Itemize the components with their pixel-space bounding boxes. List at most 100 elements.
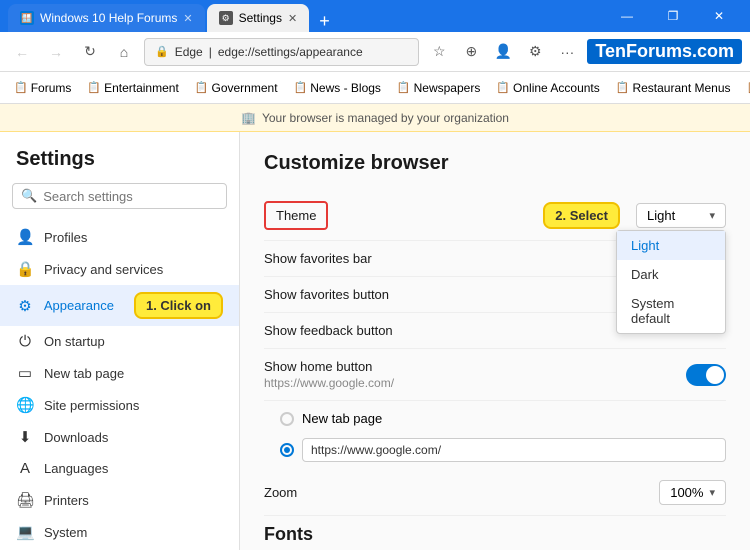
bookmark-icon: 📋 <box>87 81 101 94</box>
dropdown-option-dark[interactable]: Dark <box>617 260 725 289</box>
custom-radio-option[interactable] <box>280 434 726 466</box>
more-icon[interactable]: ··· <box>553 38 581 66</box>
window-controls: — ❐ ✕ <box>604 0 742 32</box>
home-button[interactable]: ⌂ <box>110 38 138 66</box>
sidebar-item-newtab[interactable]: ▭ New tab page <box>0 357 239 389</box>
managed-bar: 🏢 Your browser is managed by your organi… <box>0 104 750 132</box>
zoom-label: Zoom <box>264 485 297 500</box>
sidebar-item-system[interactable]: 💻 System <box>0 516 239 548</box>
profiles-icon: 👤 <box>16 228 34 246</box>
tab-forums[interactable]: 🪟 Windows 10 Help Forums ✕ <box>8 4 205 32</box>
profile-icon[interactable]: 👤 <box>489 38 517 66</box>
url-box[interactable]: 🔒 Edge | edge://settings/appearance <box>144 38 419 66</box>
search-box[interactable]: 🔍 <box>12 183 227 209</box>
sidebar-item-printers-label: Printers <box>44 493 89 508</box>
bookmark-icon: 📋 <box>294 81 308 94</box>
tab-forums-close[interactable]: ✕ <box>183 12 192 25</box>
sidebar-item-profiles[interactable]: 👤 Profiles <box>0 221 239 253</box>
newtab-radio[interactable] <box>280 412 294 426</box>
star-icon[interactable]: ☆ <box>425 38 453 66</box>
dropdown-option-system[interactable]: System default <box>617 289 725 333</box>
settings-icon[interactable]: ⚙ <box>521 38 549 66</box>
chevron-down-icon: ▾ <box>709 209 715 222</box>
bookmark-icon: 📋 <box>496 81 510 94</box>
sidebar-item-newtab-label: New tab page <box>44 366 124 381</box>
sidebar-item-startup[interactable]: ⏻ On startup <box>0 326 239 357</box>
theme-dropdown-menu: Light Dark System default <box>616 230 726 334</box>
select-callout: 2. Select <box>543 202 620 229</box>
sidebar-item-profiles-label: Profiles <box>44 230 87 245</box>
sidebar-title: Settings <box>0 148 239 183</box>
startup-icon: ⏻ <box>16 333 34 350</box>
bookmark-government[interactable]: 📋 Government <box>189 78 284 98</box>
managed-icon: 🏢 <box>241 111 256 125</box>
permissions-icon: 🌐 <box>16 396 34 414</box>
sidebar-item-appearance[interactable]: ⚙ Appearance 1. Click on <box>0 285 239 326</box>
home-button-toggle[interactable] <box>686 364 726 386</box>
sidebar-item-languages-label: Languages <box>44 461 108 476</box>
settings-favicon: ⚙ <box>219 11 233 25</box>
newtab-radio-option[interactable]: New tab page <box>280 407 726 430</box>
zoom-chevron-icon: ▾ <box>709 486 715 499</box>
tab-settings-close[interactable]: ✕ <box>288 12 297 25</box>
bookmark-newspapers-label: Newspapers <box>414 81 481 95</box>
sidebar-item-privacy-label: Privacy and services <box>44 262 163 277</box>
newtab-radio-label: New tab page <box>302 411 382 426</box>
bookmark-restaurant[interactable]: 📋 Restaurant Menus <box>610 78 737 98</box>
fonts-section: Fonts Font size The quick brown fox jump… <box>264 524 726 550</box>
section-title: Customize browser <box>264 152 726 175</box>
zoom-value: 100% <box>670 485 703 500</box>
sidebar-item-appearance-label: Appearance <box>44 298 114 313</box>
sidebar-item-privacy[interactable]: 🔒 Privacy and services <box>0 253 239 285</box>
sidebar-item-system-label: System <box>44 525 87 540</box>
theme-label: Theme <box>264 201 328 230</box>
custom-url-input[interactable] <box>302 438 726 462</box>
title-bar: 🪟 Windows 10 Help Forums ✕ ⚙ Settings ✕ … <box>0 0 750 32</box>
sidebar-item-downloads[interactable]: ⬇ Downloads <box>0 421 239 453</box>
refresh-button[interactable]: ↻ <box>76 38 104 66</box>
search-input[interactable] <box>43 189 218 204</box>
forward-button[interactable]: → <box>42 38 70 66</box>
bookmark-newspapers[interactable]: 📋 Newspapers <box>391 78 486 98</box>
bookmark-icon: 📋 <box>747 81 750 94</box>
theme-row: Theme 2. Select Light ▾ Light Dark Syste… <box>264 191 726 241</box>
forums-favicon: 🪟 <box>20 11 34 25</box>
close-button[interactable]: ✕ <box>696 0 742 32</box>
bookmark-updates[interactable]: 📋 Updates <box>741 78 750 98</box>
sidebar-item-printers[interactable]: 🖨 Printers <box>0 484 239 516</box>
tab-list: 🪟 Windows 10 Help Forums ✕ ⚙ Settings ✕ … <box>8 0 604 32</box>
home-button-sub: https://www.google.com/ <box>264 376 394 390</box>
back-button[interactable]: ← <box>8 38 36 66</box>
url-separator: | <box>209 45 212 59</box>
new-tab-button[interactable]: + <box>311 11 338 32</box>
bookmark-accounts[interactable]: 📋 Online Accounts <box>490 78 605 98</box>
printers-icon: 🖨 <box>16 491 34 509</box>
languages-icon: A <box>16 460 34 477</box>
theme-dropdown-button[interactable]: Light ▾ <box>636 203 726 228</box>
url-value: edge://settings/appearance <box>218 45 363 59</box>
fonts-title: Fonts <box>264 524 726 545</box>
custom-radio[interactable] <box>280 443 294 457</box>
bookmark-forums[interactable]: 📋 Forums <box>8 78 77 98</box>
bookmark-entertainment[interactable]: 📋 Entertainment <box>81 78 184 98</box>
bookmark-icon: 📋 <box>195 81 209 94</box>
bookmark-news[interactable]: 📋 News - Blogs <box>288 78 387 98</box>
theme-control: 2. Select Light ▾ Light Dark System defa… <box>543 202 726 229</box>
maximize-button[interactable]: ❐ <box>650 0 696 32</box>
bookmark-news-label: News - Blogs <box>310 81 381 95</box>
bookmark-forums-label: Forums <box>31 81 72 95</box>
zoom-dropdown-button[interactable]: 100% ▾ <box>659 480 726 505</box>
sidebar-item-languages[interactable]: A Languages <box>0 453 239 484</box>
minimize-button[interactable]: — <box>604 0 650 32</box>
tab-forums-label: Windows 10 Help Forums <box>40 11 177 25</box>
sidebar-item-permissions[interactable]: 🌐 Site permissions <box>0 389 239 421</box>
theme-dropdown-value: Light <box>647 208 675 223</box>
zoom-row: Zoom 100% ▾ <box>264 470 726 516</box>
dropdown-option-light[interactable]: Light <box>617 231 725 260</box>
click-on-callout: 1. Click on <box>134 292 223 319</box>
tab-settings[interactable]: ⚙ Settings ✕ <box>207 4 310 32</box>
favorites-icon[interactable]: ⊕ <box>457 38 485 66</box>
content-area: Customize browser Theme 2. Select Light … <box>240 132 750 550</box>
url-prefix: Edge <box>175 45 203 59</box>
tab-settings-label: Settings <box>239 11 282 25</box>
